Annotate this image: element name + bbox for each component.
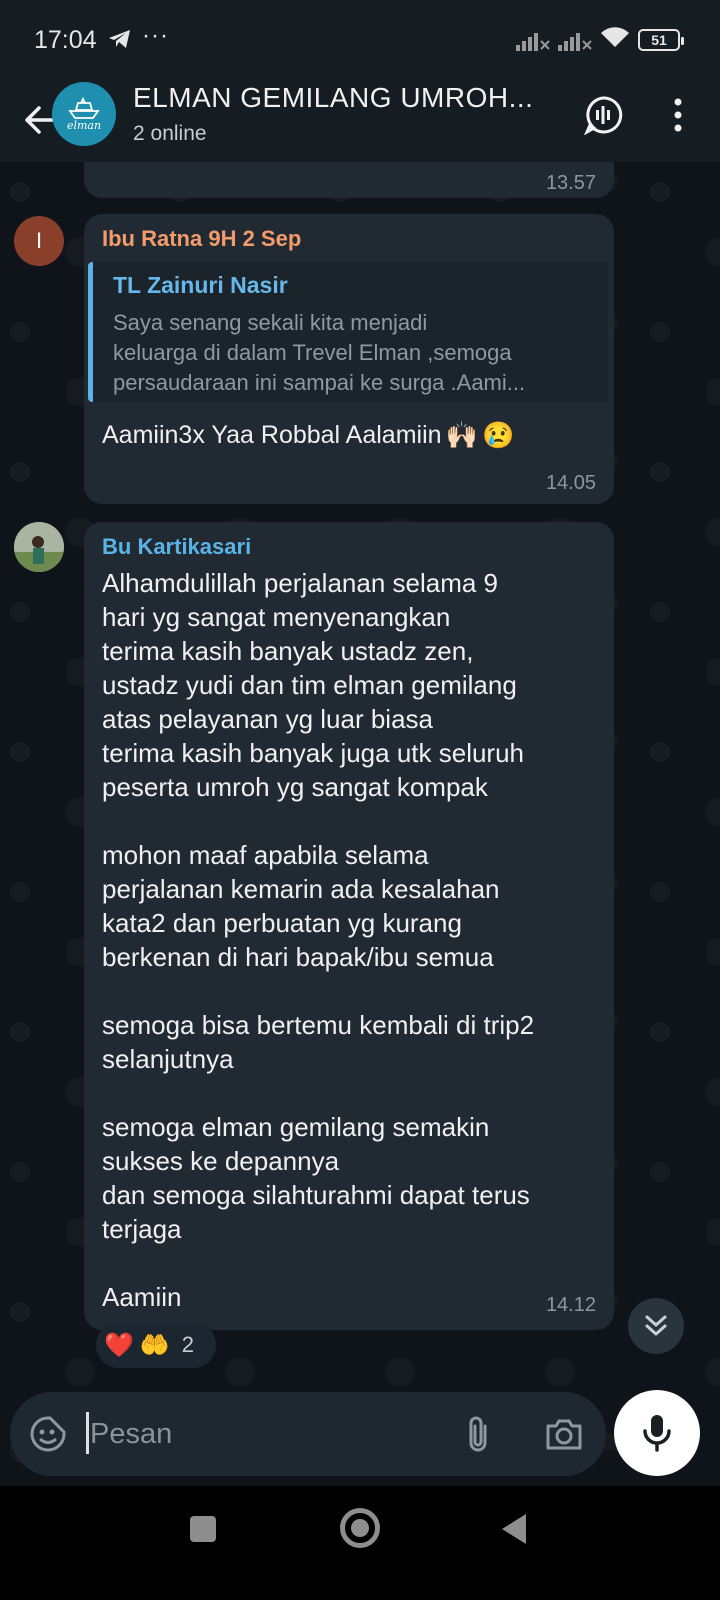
ship-icon	[68, 96, 100, 119]
message-bubble-bu-kartikasari[interactable]: Bu Kartikasari Alhamdulillah perjalanan …	[84, 522, 614, 1330]
message-input-bar[interactable]	[10, 1392, 606, 1476]
more-notifications-icon: ···	[142, 22, 169, 49]
double-chevron-down-icon	[645, 1315, 667, 1336]
message-line: sukses ke depannya	[102, 1146, 340, 1176]
home-button[interactable]	[340, 1508, 380, 1548]
voice-chat-icon	[584, 96, 623, 135]
message-bubble-ibu-ratna[interactable]: Ibu Ratna 9H 2 Sep TL Zainuri Nasir Saya…	[84, 214, 614, 504]
message-line: dan semoga silahturahmi dapat terus	[102, 1180, 530, 1210]
message-line: peserta umroh yg sangat kompak	[102, 772, 488, 802]
chat-header[interactable]: elman ELMAN GEMILANG UMROH... 2 online	[0, 80, 720, 162]
wifi-icon	[600, 26, 630, 53]
camera-button[interactable]	[540, 1410, 588, 1458]
reply-line: persaudaraan ini sampai ke surga .Aami..…	[113, 370, 526, 395]
group-avatar[interactable]: elman	[52, 82, 116, 146]
heart-reaction-icon[interactable]: ❤️	[104, 1331, 134, 1360]
open-hands-reaction-icon[interactable]: 🤲	[140, 1331, 170, 1360]
message-line: mohon maaf apabila selama	[102, 840, 429, 870]
attach-button[interactable]	[456, 1410, 500, 1458]
message-line: selanjutnya	[102, 1044, 234, 1074]
message-line: terima kasih banyak juga utk seluruh	[102, 738, 525, 768]
message-text: Alhamdulillah perjalanan selama 9 hari y…	[102, 566, 602, 1314]
microphone-icon	[643, 1415, 671, 1452]
reply-line: Saya senang sekali kita menjadi	[113, 310, 428, 335]
message-line: perjalanan kemarin ada kesalahan	[102, 874, 500, 904]
voice-chat-button[interactable]	[578, 90, 628, 140]
recent-apps-button[interactable]	[190, 1516, 216, 1542]
message-line: atas pelayanan yg luar biasa	[102, 704, 434, 734]
status-bar: 17:04 ··· 51	[0, 0, 720, 80]
group-logo-text: elman	[66, 118, 102, 132]
reply-line: keluarga di dalam Trevel Elman ,semoga	[113, 340, 512, 365]
battery-indicator: 51	[638, 28, 684, 51]
signal-2-icon	[558, 29, 592, 51]
message-text: Aamiin3x Yaa Robbal Aalamiin 🙌🏻 😢	[102, 420, 514, 451]
message-body: Aamiin3x Yaa Robbal Aalamiin	[102, 421, 442, 449]
system-back-button[interactable]	[502, 1514, 526, 1544]
more-vertical-icon	[674, 98, 682, 132]
microphone-button[interactable]	[614, 1390, 700, 1476]
text-cursor	[86, 1412, 89, 1454]
message-line: semoga bisa bertemu kembali di trip2	[102, 1010, 535, 1040]
message-time: 14.12	[545, 1294, 596, 1316]
message-input[interactable]	[90, 1412, 430, 1456]
message-line: terjaga	[102, 1214, 182, 1244]
sender-name[interactable]: Ibu Ratna 9H 2 Sep	[102, 226, 301, 252]
message-line: ustadz yudi dan tim elman gemilang	[102, 670, 517, 700]
raising-hands-emoji-icon: 🙌🏻	[445, 420, 478, 450]
sticker-button[interactable]	[26, 1412, 70, 1456]
more-options-button[interactable]	[658, 90, 698, 140]
telegram-icon	[108, 28, 132, 55]
reply-sender-name: TL Zainuri Nasir	[113, 272, 288, 298]
crying-face-emoji-icon: 😢	[481, 420, 515, 450]
message-line: semoga elman gemilang semakin	[102, 1112, 490, 1142]
message-line: berkenan di hari bapak/ibu semua	[102, 942, 494, 972]
signal-1-icon	[516, 29, 550, 51]
chat-area[interactable]: 13.57 I Ibu Ratna 9H 2 Sep TL Zainuri Na…	[0, 162, 720, 1512]
avatar-ibu-ratna[interactable]: I	[14, 216, 64, 266]
paperclip-icon	[469, 1416, 487, 1452]
scroll-to-bottom-button[interactable]	[628, 1298, 684, 1354]
message-time: 13.57	[545, 172, 596, 194]
avatar-bu-kartikasari[interactable]	[14, 522, 64, 572]
message-time: 14.05	[545, 472, 596, 494]
sender-name[interactable]: Bu Kartikasari	[102, 534, 251, 560]
profile-photo-icon	[14, 522, 64, 572]
message-line: Aamiin	[102, 1282, 182, 1312]
reply-quote[interactable]: TL Zainuri Nasir Saya senang sekali kita…	[88, 262, 608, 402]
camera-icon	[546, 1419, 582, 1450]
message-reactions[interactable]: ❤️ 🤲 2	[96, 1322, 216, 1368]
message-line: hari yg sangat menyenangkan	[102, 602, 451, 632]
system-navigation-bar	[0, 1486, 720, 1600]
group-title[interactable]: ELMAN GEMILANG UMROH...	[133, 82, 553, 114]
message-line: terima kasih banyak ustadz zen,	[102, 636, 474, 666]
sticker-icon	[30, 1416, 66, 1452]
status-time: 17:04	[34, 26, 97, 54]
online-status: 2 online	[133, 122, 207, 145]
reaction-count: 2	[181, 1332, 195, 1357]
message-line: kata2 dan perbuatan yg kurang	[102, 908, 462, 938]
reply-text: Saya senang sekali kita menjadi keluarga…	[113, 308, 593, 398]
message-bubble-previous[interactable]: 13.57	[84, 162, 614, 198]
message-line: Alhamdulillah perjalanan selama 9	[102, 568, 499, 598]
